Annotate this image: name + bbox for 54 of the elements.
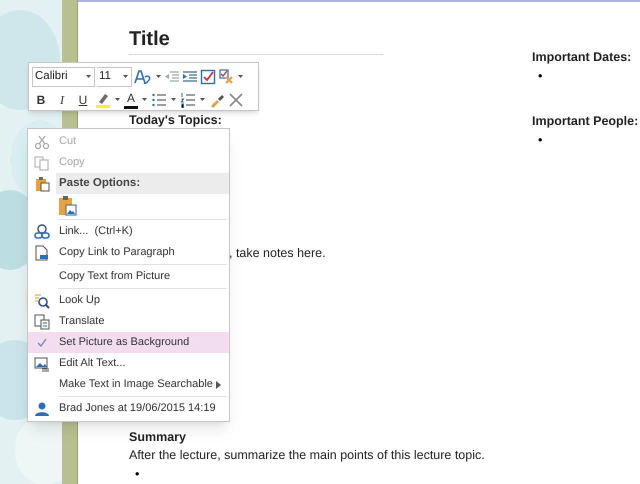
section-heading: Important Dates: [532,49,632,66]
bullet: • [538,132,542,149]
page-link-icon [34,244,50,260]
menu-item[interactable]: Edit Alt Text... [28,353,229,374]
paste-picture-icon[interactable] [58,195,78,217]
chain-link-icon [34,224,50,240]
section-heading: Today's Topics: [129,112,222,129]
menu-item[interactable]: Link... (Ctrl+K) [28,221,229,242]
section-heading: Summary [129,428,186,446]
bold-button[interactable]: B [32,90,50,108]
menu-item[interactable]: Translate [28,311,229,332]
tag-icon[interactable] [218,68,244,84]
checkmark-icon [37,338,47,348]
menu-item[interactable]: Brad Jones at 19/06/2015 14:19 [28,398,229,419]
dropdown-caret-icon [114,96,121,102]
note-text: , take notes here. [229,244,326,262]
numbered-list-icon[interactable] [180,92,206,108]
translate-icon [34,314,50,330]
underline-button[interactable]: U [74,90,92,108]
italic-button[interactable]: I [53,90,71,108]
copy-icon [34,154,50,170]
font-color-button[interactable]: A [124,90,148,108]
person-icon [34,400,50,416]
bullet: • [135,466,140,484]
font-name-field[interactable]: Calibri [32,66,95,86]
bullet: • [538,68,542,85]
summary-text: After the lecture, summarize the main points of this lecture topic. [129,447,485,464]
dropdown-caret-icon [141,96,148,102]
dropdown-caret-icon [199,96,206,102]
menu-item[interactable]: Copy Text from Picture [28,266,229,287]
dropdown-caret-icon [155,74,162,80]
dropdown-caret-icon [170,96,177,102]
font-size-field[interactable]: 11 [97,66,132,86]
styles-icon[interactable] [134,68,162,84]
bullet-list-icon[interactable] [151,92,177,108]
dropdown-caret-icon [122,74,129,80]
indent-icon[interactable] [182,68,198,84]
dropdown-caret-icon [85,74,92,80]
submenu-arrow-icon [216,380,221,388]
menu-section-header: Paste Options: [56,173,229,194]
section-heading: Important People: [532,113,638,130]
clear-icon[interactable] [228,92,244,108]
menu-item[interactable]: Make Text in Image Searchable [28,374,229,395]
dropdown-caret-icon [237,74,244,80]
menu-item[interactable]: Copy Link to Paragraph [28,242,229,263]
magnifier-icon [34,292,50,308]
scissors-icon [34,134,50,150]
clipboard-icon [34,176,50,192]
highlighter-icon[interactable] [95,92,121,108]
menu-item[interactable]: Look Up [28,290,229,311]
menu-item[interactable]: Set Picture as Background [28,332,229,353]
page-title[interactable]: Title [129,26,170,52]
todo-tag-icon[interactable] [200,68,216,84]
picture-frame-icon [34,356,50,372]
